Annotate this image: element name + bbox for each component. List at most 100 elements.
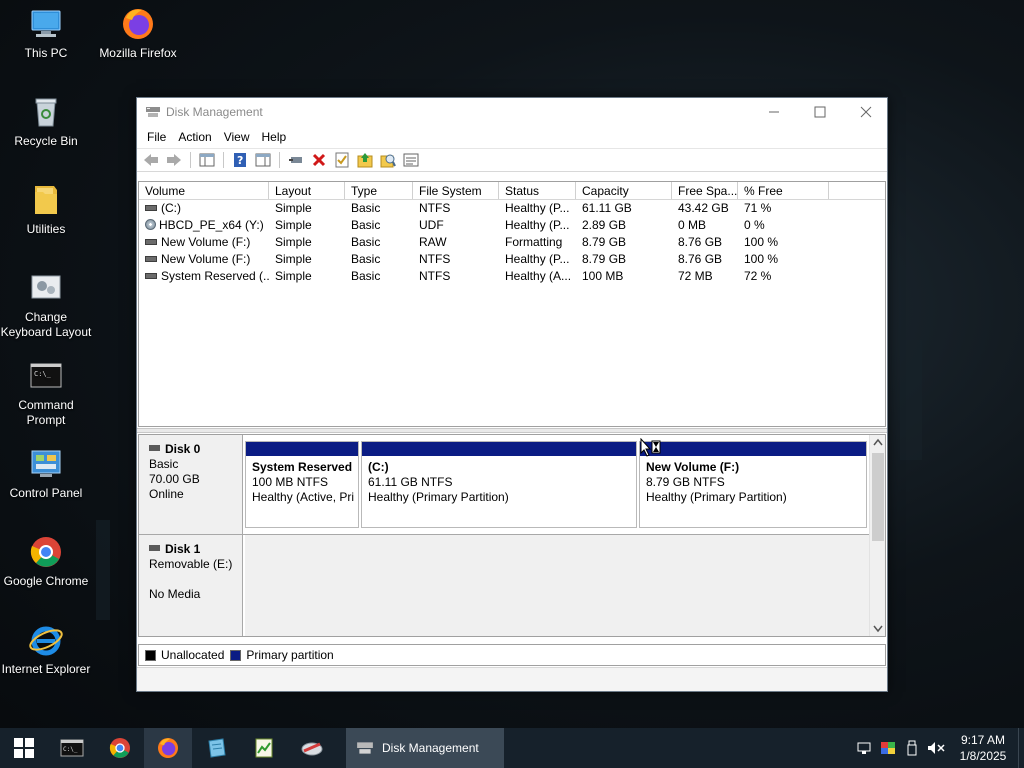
menu-help[interactable]: Help [256,130,293,144]
help-icon: ? [234,153,246,167]
table-row[interactable]: HBCD_PE_x64 (Y:) Simple Basic UDF Healthy (P… [139,217,885,234]
show-desktop-button[interactable] [1018,728,1024,768]
graphical-view-scrollbar[interactable] [869,435,885,636]
volume-list-header: Volume Layout Type File System Status Ca… [139,182,885,200]
network-tray-button[interactable] [852,728,876,768]
volume-name: New Volume (F:) [161,235,251,249]
help-button[interactable]: ? [230,150,250,170]
desktop-icon-internet-explorer[interactable]: Internet Explorer [0,622,94,677]
table-cell: Basic [351,218,381,232]
column-header-free-space[interactable]: Free Spa... [672,182,738,199]
chrome-icon [109,738,130,758]
delete-icon [312,153,326,167]
volume-list[interactable]: Volume Layout Type File System Status Ca… [138,181,886,427]
close-icon [860,106,872,118]
disk-1-label[interactable]: Disk 1 Removable (E:) No Media [139,535,243,636]
table-cell: Simple [275,235,312,249]
minimize-button[interactable] [751,98,797,126]
table-cell: RAW [419,235,447,249]
taskbar-firefox[interactable] [144,728,192,768]
taskbar-notepad[interactable] [192,728,240,768]
legend: Unallocated Primary partition [138,644,886,666]
import-icon [357,153,373,168]
display-tray-button[interactable] [876,728,900,768]
column-header-status[interactable]: Status [499,182,576,199]
table-cell: 72 % [744,269,772,283]
clock[interactable]: 9:17 AM 1/8/2025 [948,732,1018,764]
partition-system-reserved[interactable]: System Reserved 100 MB NTFS Healthy (Act… [245,441,359,528]
scroll-down-icon[interactable] [873,625,883,633]
disk-0-row: Disk 0 Basic 70.00 GB Online System Rese… [139,435,871,534]
column-header-file-system[interactable]: File System [413,182,499,199]
partition-new-volume-f[interactable]: New Volume (F:) 8.79 GB NTFS Healthy (Pr… [639,441,867,528]
list-view-button[interactable] [401,150,421,170]
action-pane-button[interactable] [253,150,273,170]
find-button[interactable] [378,150,398,170]
table-row[interactable]: (C:) Simple Basic NTFS Healthy (P... 61.11 GB… [139,200,885,217]
taskbar-chrome[interactable] [96,728,144,768]
connect-button[interactable] [286,150,306,170]
hard-drive-icon [145,272,157,279]
column-header-volume[interactable]: Volume [139,182,269,199]
svg-text:?: ? [237,154,243,167]
desktop-icon-label: Google Chrome [3,574,89,588]
properties-button[interactable] [332,150,352,170]
taskbar-command-prompt[interactable]: C:\_ [48,728,96,768]
show-hide-console-button[interactable] [197,150,217,170]
desktop-icon-utilities[interactable]: Utilities [0,182,94,237]
table-cell: Simple [275,252,312,266]
column-header-layout[interactable]: Layout [269,182,345,199]
desktop-icon-label: Mozilla Firefox [99,46,177,60]
scrollbar-thumb[interactable] [872,453,884,541]
disk-management-icon [357,742,373,754]
desktop-icon-control-panel[interactable]: Control Panel [0,446,94,501]
desktop-icon-recycle-bin[interactable]: Recycle Bin [0,94,94,149]
table-row[interactable]: New Volume (F:) Simple Basic NTFS Healthy (P… [139,251,885,268]
internet-explorer-icon [28,622,64,658]
table-cell: Healthy (P... [505,201,570,215]
desktop-icon-change-keyboard-layout[interactable]: Change Keyboard Layout [0,270,94,340]
table-row[interactable]: New Volume (F:) Simple Basic RAW Formatting 8… [139,234,885,251]
disk-management-icon [145,105,161,119]
import-button[interactable] [355,150,375,170]
taskbar-disk-management[interactable]: Disk Management [346,728,504,768]
start-button[interactable] [0,728,48,768]
pane-splitter[interactable] [137,428,887,433]
forward-button[interactable] [164,150,184,170]
table-cell: 72 MB [678,269,713,283]
maximize-button[interactable] [797,98,843,126]
usb-tray-button[interactable] [900,728,924,768]
desktop-icon-this-pc[interactable]: This PC [0,6,94,61]
title-bar[interactable]: Disk Management [137,98,887,126]
partition-status: Healthy (Primary Partition) [646,490,787,504]
clock-date: 1/8/2025 [959,749,1007,763]
menu-action[interactable]: Action [172,130,217,144]
column-header-capacity[interactable]: Capacity [576,182,672,199]
taskbar-spreadsheet[interactable] [240,728,288,768]
display-color-icon [881,742,895,754]
volume-cell: System Reserved (... [139,268,269,285]
menu-view[interactable]: View [218,130,256,144]
partition-c[interactable]: (C:) 61.11 GB NTFS Healthy (Primary Part… [361,441,637,528]
svg-text:C:\_: C:\_ [34,370,52,378]
console-icon [255,153,271,167]
desktop-icon-command-prompt[interactable]: C:\_ Command Prompt [0,358,94,428]
desktop-icon-google-chrome[interactable]: Google Chrome [0,534,94,589]
disk-0-size: 70.00 GB [149,472,200,486]
desktop-icon-firefox[interactable]: Mozilla Firefox [90,6,186,61]
column-header-type[interactable]: Type [345,182,413,199]
column-header-percent-free[interactable]: % Free [738,182,829,199]
disk-1-media: No Media [149,587,201,601]
disk-0-label[interactable]: Disk 0 Basic 70.00 GB Online [139,435,243,534]
delete-button[interactable] [309,150,329,170]
network-icon [857,742,871,754]
volume-tray-button[interactable] [924,728,948,768]
scroll-up-icon[interactable] [873,438,883,446]
table-row[interactable]: System Reserved (... Simple Basic NTFS Healt… [139,268,885,285]
back-button[interactable] [141,150,161,170]
partition-name: (C:) [368,460,389,474]
menu-file[interactable]: File [141,130,172,144]
disk-1-row: Disk 1 Removable (E:) No Media [139,535,871,636]
taskbar-disk-tool[interactable] [288,728,336,768]
close-button[interactable] [843,98,889,126]
